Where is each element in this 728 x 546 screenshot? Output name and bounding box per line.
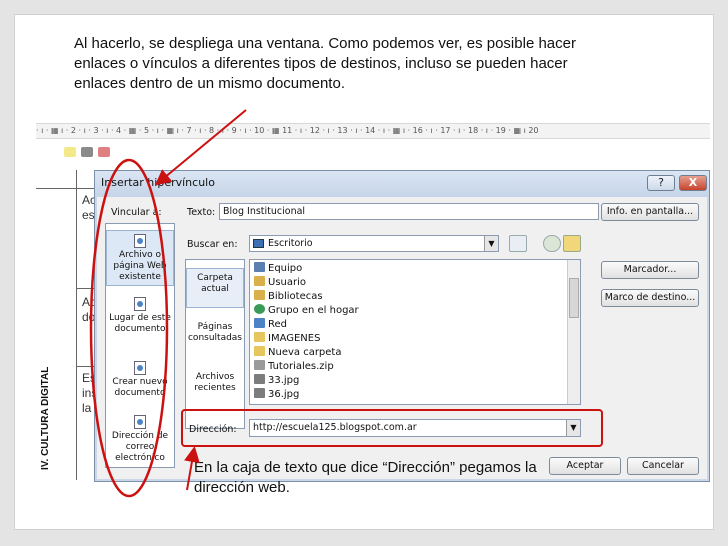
address-field[interactable]: http://escuela125.blogspot.com.ar ▼ xyxy=(249,419,581,437)
link-type-label: Crear nuevo documento xyxy=(112,377,168,398)
folder-icon xyxy=(254,332,265,342)
image-icon xyxy=(254,374,265,384)
file-item[interactable]: 33.jpg xyxy=(254,374,299,387)
doc-fragment: es xyxy=(82,208,95,222)
caption-text: Al hacerlo, se despliega una ventana. Co… xyxy=(74,35,576,92)
file-name: Tutoriales.zip xyxy=(268,361,334,372)
file-item[interactable]: Equipo xyxy=(254,262,302,275)
file-name: Bibliotecas xyxy=(268,291,323,302)
subnav-recent-files[interactable]: Archivos recientes xyxy=(186,368,244,404)
computer-icon xyxy=(254,262,265,272)
ruler: · ı · ▦ ı · 2 · ı · 3 · ı · 4 · ▦ · 5 · … xyxy=(36,123,710,139)
text-label: Texto: xyxy=(187,207,216,218)
target-frame-button[interactable]: Marco de destino... xyxy=(601,289,699,307)
link-type-label: Archivo o página Web existente xyxy=(113,250,167,282)
ruler-text: · ı · ▦ ı · 2 · ı · 3 · ı · 4 · ▦ · 5 · … xyxy=(36,126,539,135)
image-icon xyxy=(254,388,265,398)
address-value: http://escuela125.blogspot.com.ar xyxy=(253,422,417,433)
link-type-email[interactable]: Dirección de correo electrónico xyxy=(106,412,174,466)
text-field[interactable]: Blog Institucional xyxy=(219,203,599,220)
link-type-label: Lugar de este documento xyxy=(109,313,171,334)
insert-hyperlink-dialog: Insertar hipervínculo ? X Vincular a: Ar… xyxy=(94,170,710,482)
link-type-list: Archivo o página Web existente Lugar de … xyxy=(105,223,175,468)
homegroup-icon xyxy=(254,304,265,314)
desktop-icon xyxy=(253,239,264,248)
file-item[interactable]: Red xyxy=(254,318,287,331)
bookmark-button[interactable]: Marcador... xyxy=(601,261,699,279)
network-icon xyxy=(254,318,265,328)
file-name: Equipo xyxy=(268,263,303,274)
screen-info-button[interactable]: Info. en pantalla... xyxy=(601,203,699,221)
file-list: Equipo Usuario Bibliotecas Grupo en el h… xyxy=(249,259,581,405)
file-name: Red xyxy=(268,319,287,330)
chevron-down-icon: ▼ xyxy=(566,420,580,436)
link-type-existing-file[interactable]: Archivo o página Web existente xyxy=(106,230,174,286)
file-name: Usuario xyxy=(268,277,307,288)
help-button[interactable]: ? xyxy=(647,175,675,191)
scroll-thumb[interactable] xyxy=(569,278,579,318)
folder-icon xyxy=(254,346,265,356)
file-name: 36.jpg xyxy=(268,389,300,400)
cancel-button[interactable]: Cancelar xyxy=(627,457,699,475)
close-button[interactable]: X xyxy=(679,175,707,191)
table-line xyxy=(76,288,96,289)
browse-file-icon[interactable] xyxy=(563,235,581,252)
search-in-value: Escritorio xyxy=(268,238,313,249)
user-folder-icon xyxy=(254,276,265,286)
table-line xyxy=(36,188,96,189)
folder-scope-list: Carpeta actual Páginas consultadas Archi… xyxy=(185,259,245,429)
file-name: IMAGENES xyxy=(268,333,321,344)
subnav-current-folder[interactable]: Carpeta actual xyxy=(186,268,244,308)
file-item[interactable]: Tutoriales.zip xyxy=(254,360,334,373)
doc-fragment: la xyxy=(82,401,92,415)
table-line xyxy=(76,366,96,367)
library-icon xyxy=(254,290,265,300)
ok-button[interactable]: Aceptar xyxy=(549,457,621,475)
link-to-label: Vincular a: xyxy=(111,207,162,218)
doc-toolbar-icons xyxy=(64,142,122,157)
link-type-new-document[interactable]: Crear nuevo documento xyxy=(106,358,174,408)
web-page-icon xyxy=(134,234,146,248)
new-document-icon xyxy=(134,361,146,375)
dialog-title: Insertar hipervínculo xyxy=(101,176,215,189)
instruction-note: En la caja de texto que dice “Dirección”… xyxy=(194,459,537,496)
zip-icon xyxy=(254,360,265,370)
dialog-titlebar: Insertar hipervínculo ? X xyxy=(95,171,709,197)
email-icon xyxy=(134,415,146,429)
file-item[interactable]: IMAGENES xyxy=(254,332,320,345)
search-in-select[interactable]: Escritorio ▼ xyxy=(249,235,499,252)
search-in-label: Buscar en: xyxy=(187,239,238,250)
file-list-scrollbar[interactable] xyxy=(567,260,580,404)
file-item[interactable]: Nueva carpeta xyxy=(254,346,341,359)
file-name: Nueva carpeta xyxy=(268,347,342,358)
chevron-down-icon: ▼ xyxy=(484,236,498,251)
file-item[interactable]: 36.jpg xyxy=(254,388,299,401)
address-label: Dirección: xyxy=(189,424,237,435)
up-folder-icon[interactable] xyxy=(509,235,527,252)
document-place-icon xyxy=(134,297,146,311)
subnav-browsed-pages[interactable]: Páginas consultadas xyxy=(186,318,244,354)
file-item[interactable]: Bibliotecas xyxy=(254,290,323,303)
file-item[interactable]: Usuario xyxy=(254,276,306,289)
table-line xyxy=(76,170,77,480)
section-side-label: IV. CULTURA DIGITAL xyxy=(40,366,51,470)
browse-web-icon[interactable] xyxy=(543,235,561,252)
link-type-place-in-document[interactable]: Lugar de este documento xyxy=(106,294,174,344)
slide: Al hacerlo, se despliega una ventana. Co… xyxy=(0,0,728,546)
link-type-label: Dirección de correo electrónico xyxy=(111,431,169,463)
file-name: 33.jpg xyxy=(268,375,300,386)
file-name: Grupo en el hogar xyxy=(268,305,359,316)
file-item[interactable]: Grupo en el hogar xyxy=(254,304,359,317)
dialog-body: Vincular a: Archivo o página Web existen… xyxy=(97,197,707,479)
